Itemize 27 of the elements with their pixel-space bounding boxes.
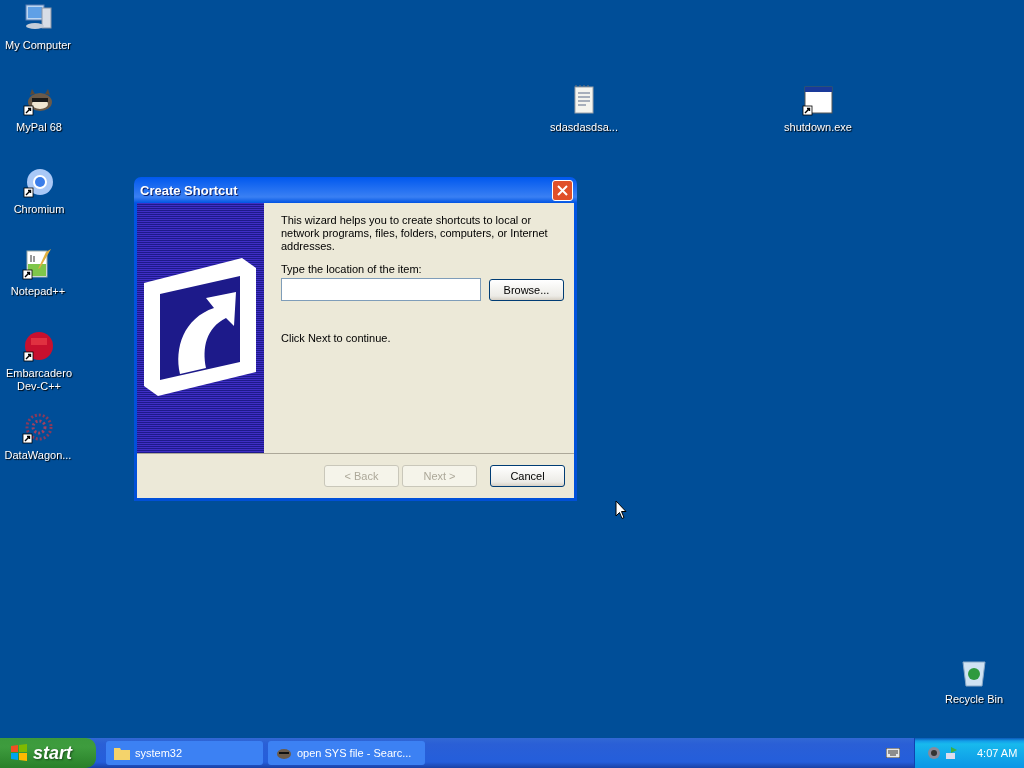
start-button[interactable]: start — [0, 738, 96, 768]
shortcut-arrow-icon — [144, 258, 257, 398]
icon-label[interactable]: Chromium — [13, 203, 65, 216]
keyboard-icon[interactable] — [886, 748, 900, 758]
folder-icon — [114, 746, 130, 760]
icon-label[interactable]: My Computer — [5, 39, 71, 52]
icon-label[interactable]: sdasdasdsa... — [550, 121, 618, 134]
browse-button[interactable]: Browse... — [489, 278, 564, 301]
close-button[interactable] — [552, 179, 573, 201]
taskbar-button[interactable]: open SYS file - Searc... — [268, 741, 425, 765]
windows-flag-icon — [10, 744, 28, 762]
icon-label[interactable]: Recycle Bin — [944, 693, 1004, 706]
field-label: Type the location of the item: — [281, 263, 423, 276]
icon-label[interactable]: MyPal 68 — [16, 121, 62, 134]
icon-label[interactable]: Notepad++ — [10, 285, 66, 298]
speaker-icon[interactable] — [927, 746, 941, 760]
location-field[interactable] — [281, 278, 481, 301]
window-title: Create Shortcut — [140, 182, 238, 198]
wizard-button[interactable]: Cancel — [490, 465, 565, 487]
hint-text: Click Next to continue. — [281, 332, 392, 344]
icon-label[interactable]: Embarcadero Dev-C++ — [1, 367, 77, 393]
icon-label[interactable]: DataWagon... — [4, 449, 72, 462]
intro-text: This wizard helps you to create shortcuts to local or network programs, files, folders, computers, or Internet addresses. — [281, 214, 549, 253]
close-icon — [557, 184, 568, 196]
taskbar-button[interactable]: system32 — [106, 741, 263, 765]
cursor-icon — [615, 500, 627, 520]
icon-label[interactable]: shutdown.exe — [784, 121, 852, 134]
